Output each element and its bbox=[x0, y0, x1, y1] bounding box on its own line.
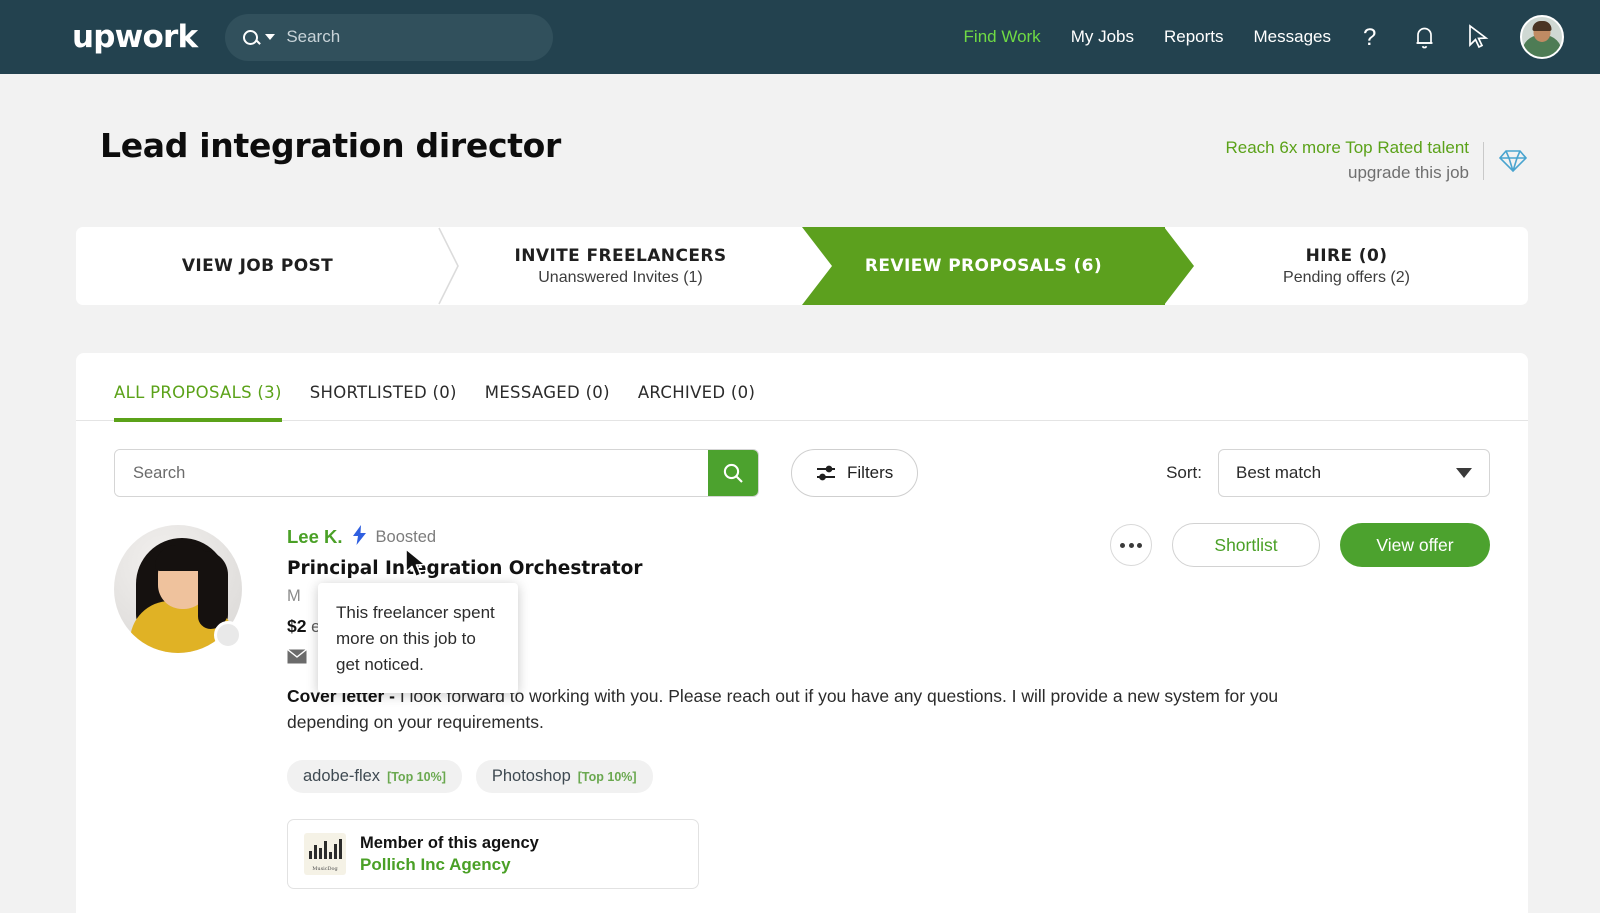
top-navbar: upwork Search Find Work My Jobs Reports … bbox=[0, 0, 1600, 74]
skill-tag[interactable]: Photoshop [Top 10%] bbox=[475, 760, 653, 794]
cover-letter-text: I look forward to working with you. Plea… bbox=[287, 686, 1279, 732]
proposal-details: Lee K. Boosted Principal Integration Orc… bbox=[287, 525, 1490, 890]
page-header: Lead integration director Reach 6x more … bbox=[0, 74, 1600, 185]
search-input[interactable] bbox=[115, 450, 708, 497]
skill-tag[interactable]: adobe-flex [Top 10%] bbox=[287, 760, 462, 794]
sort-label: Sort: bbox=[1166, 463, 1202, 483]
step-notch bbox=[802, 227, 832, 306]
step-subtitle: Unanswered Invites (1) bbox=[538, 268, 703, 286]
search-category-chevron-down-icon[interactable] bbox=[265, 34, 276, 40]
navbar-right-group: Find Work My Jobs Reports Messages ? bbox=[964, 15, 1564, 59]
step-title: HIRE (0) bbox=[1305, 245, 1388, 266]
nav-link-my-jobs[interactable]: My Jobs bbox=[1071, 27, 1134, 47]
question-mark-icon[interactable]: ? bbox=[1361, 24, 1383, 50]
divider bbox=[1483, 141, 1484, 180]
tab-all-proposals[interactable]: ALL PROPOSALS (3) bbox=[114, 383, 282, 423]
freelancer-avatar-wrap[interactable] bbox=[114, 525, 242, 654]
step-subtitle: Pending offers (2) bbox=[1283, 268, 1410, 286]
step-view-job-post[interactable]: VIEW JOB POST bbox=[76, 227, 459, 306]
step-title: INVITE FREELANCERS bbox=[514, 245, 727, 266]
proposals-search-box[interactable] bbox=[114, 449, 759, 498]
view-offer-button[interactable]: View offer bbox=[1340, 523, 1490, 568]
step-invite-freelancers[interactable]: INVITE FREELANCERS Unanswered Invites (1… bbox=[439, 227, 802, 306]
bell-icon[interactable] bbox=[1413, 25, 1436, 50]
ellipsis-icon[interactable] bbox=[1110, 524, 1152, 567]
proposal-tabs: ALL PROPOSALS (3) SHORTLISTED (0) MESSAG… bbox=[76, 353, 1528, 423]
filters-label: Filters bbox=[847, 463, 894, 483]
online-status-badge bbox=[214, 621, 242, 650]
upgrade-job-promo[interactable]: Reach 6x more Top Rated talent upgrade t… bbox=[1226, 126, 1529, 185]
search-submit-button[interactable] bbox=[708, 450, 758, 497]
cursor-arrow-icon[interactable] bbox=[1466, 24, 1490, 50]
upgrade-headline: Reach 6x more Top Rated talent bbox=[1225, 138, 1470, 157]
search-icon bbox=[243, 29, 259, 45]
mouse-cursor-icon bbox=[404, 548, 430, 585]
skill-tag-label: Photoshop bbox=[491, 767, 571, 786]
filter-toolbar: Filters Sort: Best match bbox=[76, 421, 1528, 498]
filters-button[interactable]: Filters bbox=[791, 449, 919, 498]
proposal-actions: Shortlist View offer bbox=[1110, 523, 1490, 568]
boosted-tooltip: This freelancer spent more on this job t… bbox=[318, 583, 518, 694]
nav-link-find-work[interactable]: Find Work bbox=[964, 27, 1041, 47]
avatar[interactable] bbox=[1520, 15, 1564, 59]
nav-link-messages[interactable]: Messages bbox=[1254, 27, 1331, 47]
sort-selected-value: Best match bbox=[1236, 463, 1322, 483]
tab-messaged[interactable]: MESSAGED (0) bbox=[485, 383, 610, 420]
upwork-logo[interactable]: upwork bbox=[72, 19, 198, 55]
job-progress-steps: VIEW JOB POST INVITE FREELANCERS Unanswe… bbox=[76, 227, 1528, 306]
shortlist-button[interactable]: Shortlist bbox=[1172, 523, 1320, 568]
step-hire[interactable]: HIRE (0) Pending offers (2) bbox=[1165, 227, 1528, 306]
earnings-amount: $2 bbox=[287, 616, 307, 637]
freelancer-name[interactable]: Lee K. bbox=[287, 526, 343, 548]
agency-name[interactable]: Pollich Inc Agency bbox=[360, 855, 539, 875]
sort-select[interactable]: Best match bbox=[1218, 449, 1490, 498]
tab-shortlisted[interactable]: SHORTLISTED (0) bbox=[310, 383, 457, 420]
envelope-icon bbox=[287, 649, 307, 664]
piano-keys-icon: MusicDog bbox=[304, 833, 346, 876]
sliders-icon bbox=[817, 465, 835, 481]
step-title: VIEW JOB POST bbox=[181, 256, 334, 277]
nav-link-reports[interactable]: Reports bbox=[1164, 27, 1224, 47]
agency-card[interactable]: MusicDog Member of this agency Pollich I… bbox=[287, 819, 699, 890]
boosted-label: Boosted bbox=[375, 527, 437, 546]
proposal-card: Lee K. Boosted Principal Integration Orc… bbox=[76, 497, 1528, 890]
magnifier-icon bbox=[723, 464, 743, 484]
proposals-panel: ALL PROPOSALS (3) SHORTLISTED (0) MESSAG… bbox=[76, 353, 1528, 913]
skill-tags: adobe-flex [Top 10%] Photoshop [Top 10%] bbox=[287, 760, 1490, 794]
page-title: Lead integration director bbox=[100, 126, 562, 165]
chevron-down-icon bbox=[1456, 468, 1472, 479]
skill-tag-badge: [Top 10%] bbox=[387, 770, 446, 785]
global-search-box[interactable]: Search bbox=[225, 13, 554, 61]
agency-label: Member of this agency bbox=[360, 833, 539, 852]
skill-tag-badge: [Top 10%] bbox=[577, 770, 637, 785]
lightning-bolt-icon bbox=[352, 525, 367, 549]
sort-control: Sort: Best match bbox=[1166, 449, 1490, 498]
step-title: REVIEW PROPOSALS (6) bbox=[864, 256, 1103, 277]
agency-logo-caption: MusicDog bbox=[312, 866, 338, 873]
svg-text:?: ? bbox=[1363, 24, 1376, 50]
tab-archived[interactable]: ARCHIVED (0) bbox=[638, 383, 755, 420]
step-review-proposals[interactable]: REVIEW PROPOSALS (6) bbox=[802, 227, 1194, 306]
skill-tag-label: adobe-flex bbox=[303, 767, 381, 786]
diamond-icon[interactable] bbox=[1498, 148, 1528, 174]
global-search-input[interactable]: Search bbox=[286, 27, 340, 47]
upgrade-link[interactable]: upgrade this job bbox=[1226, 161, 1469, 186]
step-arrow bbox=[1164, 227, 1194, 306]
